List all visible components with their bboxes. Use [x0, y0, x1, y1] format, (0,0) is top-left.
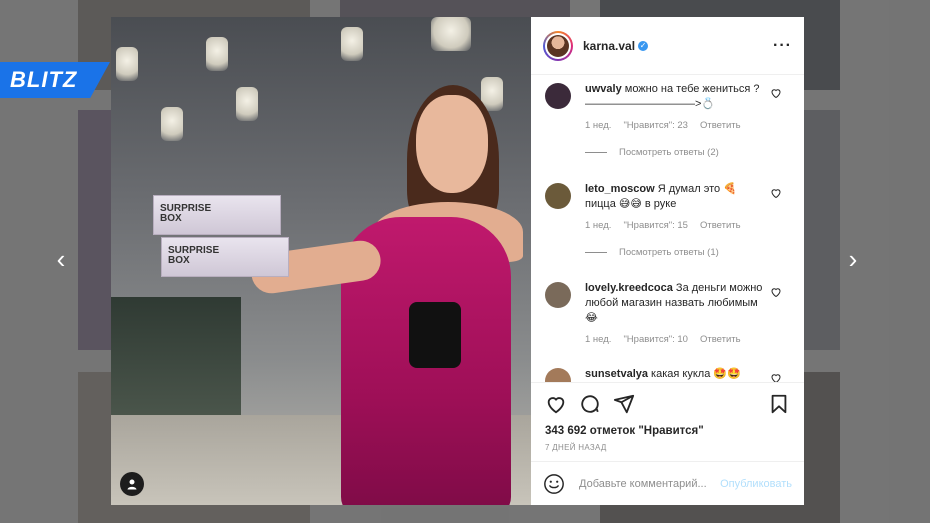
- surprise-box: SURPRISE BOX: [161, 237, 289, 277]
- comment-meta: 1 нед. "Нравится": 15 Ответить: [585, 220, 768, 231]
- like-comment-icon[interactable]: [770, 372, 782, 382]
- comment-item: lovely.kreedcoca За деньги можно любой м…: [531, 275, 804, 361]
- comment-bubble-icon[interactable]: [579, 393, 601, 415]
- commenter-avatar[interactable]: [545, 183, 571, 209]
- handbag: [409, 302, 461, 368]
- view-replies-button[interactable]: Посмотреть ответы (1): [585, 247, 768, 258]
- post-date[interactable]: 7 ДНЕЙ НАЗАД: [545, 443, 790, 452]
- comment-time[interactable]: 1 нед.: [585, 120, 611, 131]
- commenter-username[interactable]: uwvaly: [585, 83, 622, 95]
- comment-likes[interactable]: "Нравится": 23: [623, 120, 688, 131]
- lamp: [236, 87, 258, 121]
- author-username[interactable]: karna.val ✓: [583, 39, 649, 53]
- comment-time[interactable]: 1 нед.: [585, 334, 611, 345]
- comment-input[interactable]: [577, 476, 719, 491]
- commenter-avatar[interactable]: [545, 83, 571, 109]
- add-comment-bar: Опубликовать: [531, 461, 804, 505]
- tagged-users-icon[interactable]: [120, 472, 144, 496]
- comment-time[interactable]: 1 нед.: [585, 220, 611, 231]
- comment-text: sunsetvalya какая кукла 🤩🤩: [585, 367, 768, 382]
- comment-item: uwvaly можно на тебе жениться ? ————————…: [531, 76, 804, 176]
- save-bookmark-icon[interactable]: [768, 393, 790, 415]
- publish-button[interactable]: Опубликовать: [720, 478, 792, 490]
- comment-likes[interactable]: "Нравится": 10: [623, 334, 688, 345]
- post-actions: 343 692 отметок "Нравится" 7 ДНЕЙ НАЗАД: [531, 382, 804, 454]
- box-text: BOX: [160, 213, 182, 224]
- lamp: [161, 107, 183, 141]
- person-face: [416, 95, 488, 193]
- lamp: [341, 27, 363, 61]
- comment-item: leto_moscow Я думал это 🍕 пицца 😅😅 в рук…: [531, 176, 804, 275]
- like-comment-icon[interactable]: [770, 187, 782, 199]
- box-text: BOX: [168, 255, 190, 266]
- view-replies-button[interactable]: Посмотреть ответы (2): [585, 147, 768, 158]
- more-options-icon[interactable]: ···: [773, 37, 792, 55]
- like-comment-icon[interactable]: [770, 286, 782, 298]
- reply-button[interactable]: Ответить: [700, 220, 741, 231]
- reply-button[interactable]: Ответить: [700, 120, 741, 131]
- comment-item: sunsetvalya какая кукла 🤩🤩: [531, 361, 804, 382]
- comments-list[interactable]: uwvaly можно на тебе жениться ? ————————…: [531, 76, 804, 382]
- verified-badge-icon: ✓: [638, 41, 649, 52]
- commenter-username[interactable]: leto_moscow: [585, 183, 655, 195]
- comment-meta: 1 нед. "Нравится": 10 Ответить: [585, 334, 768, 345]
- emoji-smiley-icon[interactable]: [543, 473, 565, 495]
- comment-likes[interactable]: "Нравится": 15: [623, 220, 688, 231]
- username-text[interactable]: karna.val: [583, 39, 635, 53]
- comment-text: lovely.kreedcoca За деньги можно любой м…: [585, 281, 768, 326]
- commenter-avatar[interactable]: [545, 282, 571, 308]
- view-replies-label[interactable]: Посмотреть ответы (1): [619, 247, 719, 258]
- lamp: [206, 37, 228, 71]
- prev-arrow-icon[interactable]: ‹: [46, 244, 76, 274]
- post-photo: SURPRISE BOX SURPRISE BOX: [111, 17, 531, 505]
- post-header: karna.val ✓ ···: [531, 17, 804, 75]
- post-sidebar: karna.val ✓ ··· uwvaly можно на тебе жени…: [531, 17, 804, 505]
- comment-meta: 1 нед. "Нравится": 23 Ответить: [585, 120, 768, 131]
- likes-count[interactable]: 343 692 отметок "Нравится": [545, 425, 790, 437]
- comment-text: leto_moscow Я думал это 🍕 пицца 😅😅 в рук…: [585, 182, 768, 212]
- comment-body: какая кукла 🤩🤩: [651, 368, 741, 380]
- like-comment-icon[interactable]: [770, 87, 782, 99]
- view-replies-label[interactable]: Посмотреть ответы (2): [619, 147, 719, 158]
- reply-button[interactable]: Ответить: [700, 334, 741, 345]
- share-send-icon[interactable]: [613, 393, 635, 415]
- commenter-avatar[interactable]: [545, 368, 571, 382]
- lamp: [431, 17, 471, 51]
- lamp: [116, 47, 138, 81]
- commenter-username[interactable]: lovely.kreedcoca: [585, 282, 673, 294]
- surprise-box: SURPRISE BOX: [153, 195, 281, 235]
- like-heart-icon[interactable]: [545, 393, 567, 415]
- author-avatar[interactable]: [543, 30, 573, 61]
- commenter-username[interactable]: sunsetvalya: [585, 368, 648, 380]
- comment-text: uwvaly можно на тебе жениться ? ————————…: [585, 82, 768, 112]
- avatar: [547, 34, 569, 57]
- next-arrow-icon[interactable]: ›: [838, 244, 868, 274]
